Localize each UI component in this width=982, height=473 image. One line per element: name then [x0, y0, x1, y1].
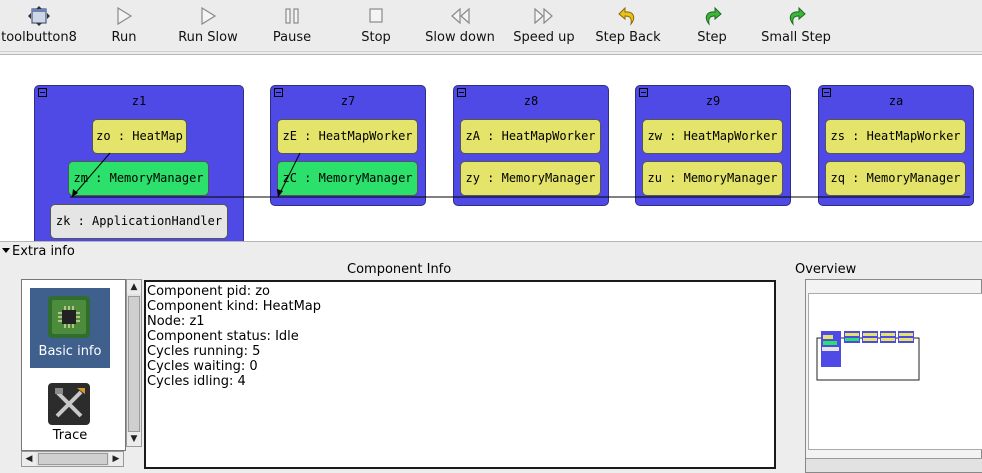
component-info-title: Component Info	[347, 262, 452, 277]
rewind-icon	[451, 7, 470, 25]
tools-icon	[48, 383, 90, 425]
undo-arrow-icon	[618, 6, 635, 26]
scroll-down-button[interactable]: ▼	[127, 432, 141, 446]
window-icon	[28, 6, 50, 26]
pause-button[interactable]: Pause	[264, 0, 320, 50]
step-button[interactable]: Step	[690, 0, 734, 50]
overview-title: Overview	[795, 262, 857, 277]
toolbar: toolbutton8 Run Run Slow Pause Stop Slow…	[0, 0, 982, 52]
info-line: Node: z1	[147, 314, 205, 329]
scroll-right-button[interactable]: ▶	[109, 452, 123, 466]
info-line: Cycles idling: 4	[147, 374, 246, 389]
info-category-list[interactable]: Basic info Trace	[21, 279, 126, 451]
list-horizontal-scrollbar[interactable]: ◀ ▶	[21, 451, 124, 467]
redo-arrow-icon	[789, 6, 806, 26]
step-back-button[interactable]: Step Back	[590, 0, 666, 50]
fast-forward-icon	[534, 7, 553, 25]
arrow-head	[72, 189, 78, 197]
play-slow-icon	[201, 6, 217, 26]
step-label: Step	[697, 30, 727, 45]
list-item-basic-info[interactable]: Basic info	[30, 288, 110, 368]
toolbutton8-label: toolbutton8	[1, 30, 77, 45]
redo-arrow-icon	[705, 6, 722, 26]
play-icon	[117, 6, 133, 26]
minimap-graphic	[816, 331, 920, 381]
step-back-label: Step Back	[595, 30, 661, 45]
collapse-triangle-icon	[2, 248, 10, 253]
list-vertical-scrollbar[interactable]: ▲ ▼	[126, 279, 142, 447]
scroll-thumb[interactable]	[38, 453, 108, 465]
toolbutton8-button[interactable]: toolbutton8	[0, 0, 78, 50]
info-line: Component kind: HeatMap	[147, 299, 322, 314]
scroll-up-button[interactable]: ▲	[127, 280, 141, 294]
pause-icon	[285, 8, 299, 24]
arrow-head	[277, 189, 283, 197]
slow-down-button[interactable]: Slow down	[422, 0, 498, 50]
link-line	[71, 152, 111, 198]
basic-info-label: Basic info	[38, 344, 102, 359]
list-item-trace[interactable]: Trace	[30, 376, 110, 450]
info-line: Cycles waiting: 0	[147, 359, 258, 374]
speed-up-button[interactable]: Speed up	[508, 0, 580, 50]
run-slow-button[interactable]: Run Slow	[172, 0, 244, 50]
overview-horizontal-scrollbar[interactable]	[806, 458, 982, 472]
speed-up-label: Speed up	[513, 30, 575, 45]
scroll-left-button[interactable]: ◀	[22, 452, 36, 466]
info-line: Component pid: zo	[147, 284, 271, 299]
extra-info-toggle[interactable]: Extra info	[0, 244, 75, 260]
slow-down-label: Slow down	[425, 30, 495, 45]
scroll-thumb[interactable]	[128, 296, 140, 432]
run-button[interactable]: Run	[100, 0, 148, 50]
overview-panel	[805, 279, 982, 473]
small-step-label: Small Step	[761, 30, 831, 45]
trace-label: Trace	[52, 428, 88, 443]
run-slow-label: Run Slow	[178, 30, 238, 45]
chip-icon	[48, 296, 90, 338]
link-line	[277, 152, 301, 198]
graph-canvas[interactable]: z1 zo : HeatMap zm : MemoryManager zk : …	[0, 54, 982, 242]
pause-label: Pause	[272, 30, 312, 45]
info-line: Cycles running: 5	[147, 344, 261, 359]
stop-icon	[369, 8, 383, 23]
run-label: Run	[111, 30, 137, 45]
stop-button[interactable]: Stop	[350, 0, 402, 50]
component-links	[70, 152, 970, 198]
small-step-button[interactable]: Small Step	[758, 0, 834, 50]
info-line: Component status: Idle	[147, 329, 299, 344]
app-window: toolbutton8 Run Run Slow Pause Stop Slow…	[0, 0, 982, 473]
extra-info-label: Extra info	[12, 244, 75, 259]
overview-minimap[interactable]	[808, 293, 982, 450]
stop-label: Stop	[361, 30, 391, 45]
component-info-text[interactable]: Component pid: zo Component kind: HeatMa…	[144, 280, 776, 469]
